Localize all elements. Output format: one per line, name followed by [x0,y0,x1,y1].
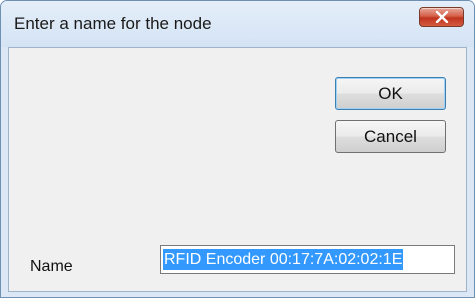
ok-button[interactable]: OK [335,77,446,110]
cancel-button[interactable]: Cancel [335,120,446,153]
name-input-selected-text: RFID Encoder 00:17:7A:02:02:1E [163,249,404,270]
close-button[interactable] [419,7,464,27]
name-label: Name [30,258,73,275]
close-icon [435,11,449,23]
title-bar[interactable]: Enter a name for the node [1,1,474,47]
name-node-dialog: Enter a name for the node OK Cancel Name… [0,0,475,298]
dialog-title: Enter a name for the node [14,14,212,33]
dialog-body: OK Cancel Name RFID Encoder 00:17:7A:02:… [8,47,467,292]
name-input[interactable]: RFID Encoder 00:17:7A:02:02:1E [160,245,455,274]
